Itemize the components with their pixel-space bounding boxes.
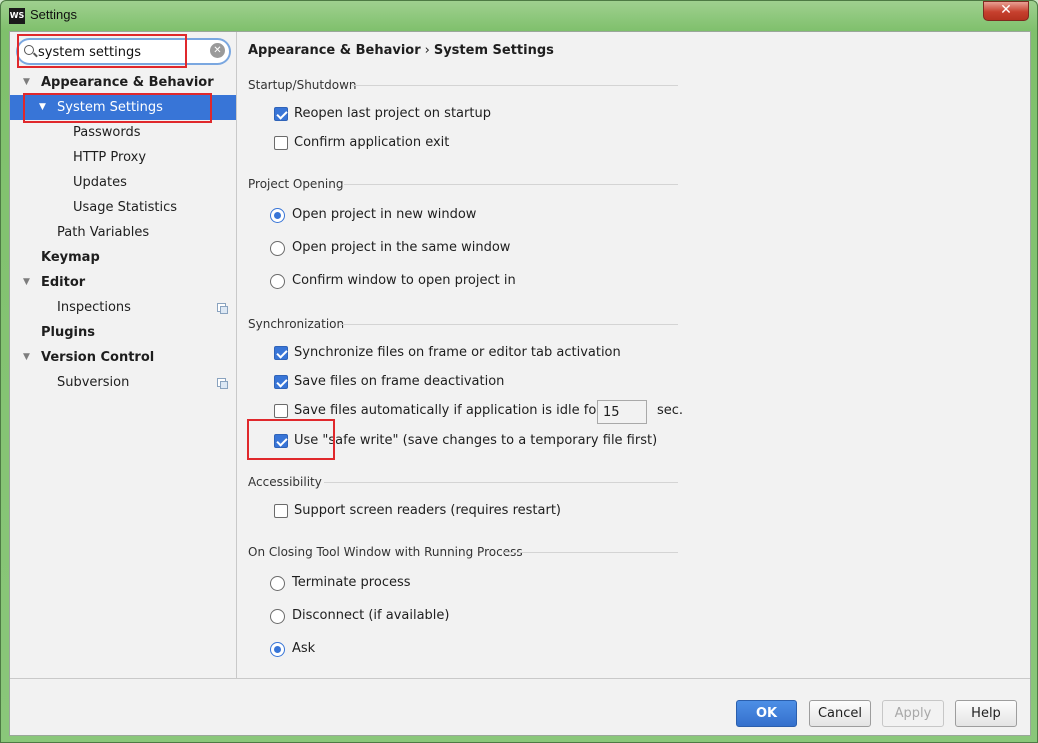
search-input[interactable] <box>38 43 206 61</box>
close-button[interactable]: ✕ <box>983 1 1029 21</box>
section-title-closing-tool-window: On Closing Tool Window with Running Proc… <box>248 545 523 559</box>
save-on-deactivation-label: Save files on frame deactivation <box>294 374 505 389</box>
tree-item-editor[interactable]: ▼ Editor <box>10 270 236 295</box>
section-divider <box>504 552 678 553</box>
ask-label: Ask <box>292 641 316 656</box>
terminate-process-radio[interactable] <box>270 576 285 591</box>
expand-arrow-icon[interactable]: ▼ <box>23 270 30 295</box>
ask-radio[interactable] <box>270 642 285 657</box>
tree-item-plugins[interactable]: Plugins <box>10 320 236 345</box>
tree-item-keymap[interactable]: Keymap <box>10 245 236 270</box>
sync-files-checkbox[interactable] <box>274 346 288 360</box>
cancel-button[interactable]: Cancel <box>809 700 871 727</box>
reopen-last-project-checkbox[interactable] <box>274 107 288 121</box>
disconnect-radio[interactable] <box>270 609 285 624</box>
tree-item-label: Updates <box>73 175 127 190</box>
tree-item-label: HTTP Proxy <box>73 150 147 165</box>
title-bar[interactable]: WS Settings ✕ <box>1 1 1037 31</box>
settings-tree-panel: ✕ ▼ Appearance & Behavior ▼ System Setti… <box>10 32 237 678</box>
clear-search-icon[interactable]: ✕ <box>210 43 225 58</box>
tree-item-label: System Settings <box>57 100 163 115</box>
tree-item-label: Usage Statistics <box>73 200 178 215</box>
section-title-accessibility: Accessibility <box>248 475 322 489</box>
tree-item-label: Subversion <box>57 375 130 390</box>
ok-button[interactable]: OK <box>736 700 797 727</box>
section-title-startup: Startup/Shutdown <box>248 78 357 92</box>
search-box[interactable]: ✕ <box>16 38 231 65</box>
button-bar: OK Cancel Apply Help <box>10 678 1030 735</box>
copy-icon <box>217 303 228 314</box>
settings-window: WS Settings ✕ ✕ ▼ Appearance & Behavior … <box>0 0 1038 743</box>
tree-item-label: Editor <box>41 275 86 290</box>
open-same-window-radio[interactable] <box>270 241 285 256</box>
breadcrumb: Appearance & Behavior › System Settings <box>248 43 554 58</box>
section-title-project-opening: Project Opening <box>248 177 344 191</box>
tree-item-label: Appearance & Behavior <box>41 75 214 90</box>
section-divider <box>340 324 678 325</box>
terminate-process-label: Terminate process <box>292 575 411 590</box>
settings-content: Appearance & Behavior › System Settings St… <box>238 32 1030 678</box>
expand-arrow-icon[interactable]: ▼ <box>39 95 46 120</box>
open-new-window-radio[interactable] <box>270 208 285 223</box>
tree-item-system-settings[interactable]: ▼ System Settings <box>10 95 236 120</box>
tree-item-label: Version Control <box>41 350 155 365</box>
save-on-deactivation-checkbox[interactable] <box>274 375 288 389</box>
tree-item-label: Passwords <box>73 125 141 140</box>
breadcrumb-parent: Appearance & Behavior <box>248 43 421 58</box>
tree-item-updates[interactable]: Updates <box>10 170 236 195</box>
screen-readers-label: Support screen readers (requires restart… <box>294 503 561 518</box>
tree-item-version-control[interactable]: ▼ Version Control <box>10 345 236 370</box>
breadcrumb-current: System Settings <box>433 43 554 58</box>
confirm-exit-checkbox[interactable] <box>274 136 288 150</box>
sync-files-label: Synchronize files on frame or editor tab… <box>294 345 621 360</box>
section-title-synchronization: Synchronization <box>248 317 345 331</box>
idle-seconds-field[interactable] <box>597 400 647 424</box>
tree-item-subversion[interactable]: Subversion <box>10 370 236 395</box>
tree-item-http-proxy[interactable]: HTTP Proxy <box>10 145 236 170</box>
settings-tree: ▼ Appearance & Behavior ▼ System Setting… <box>10 70 236 395</box>
screen-readers-checkbox[interactable] <box>274 504 288 518</box>
tree-item-path-variables[interactable]: Path Variables <box>10 220 236 245</box>
confirm-exit-label: Confirm application exit <box>294 135 450 150</box>
breadcrumb-separator: › <box>424 43 430 58</box>
safe-write-checkbox[interactable] <box>274 434 288 448</box>
open-new-window-label: Open project in new window <box>292 207 477 222</box>
expand-arrow-icon[interactable]: ▼ <box>23 345 30 370</box>
tree-item-label: Keymap <box>41 250 100 265</box>
safe-write-label: Use "safe write" (save changes to a temp… <box>294 433 658 448</box>
section-divider <box>344 184 678 185</box>
tree-item-label: Inspections <box>57 300 131 315</box>
section-divider <box>324 482 678 483</box>
tree-item-label: Path Variables <box>57 225 150 240</box>
expand-arrow-icon[interactable]: ▼ <box>23 70 30 95</box>
copy-icon <box>217 378 228 389</box>
open-same-window-label: Open project in the same window <box>292 240 511 255</box>
save-on-idle-label: Save files automatically if application … <box>294 403 602 418</box>
tree-item-inspections[interactable]: Inspections <box>10 295 236 320</box>
window-title: Settings <box>30 7 77 22</box>
idle-seconds-unit: sec. <box>657 403 684 418</box>
tree-item-appearance-behavior[interactable]: ▼ Appearance & Behavior <box>10 70 236 95</box>
app-icon: WS <box>9 8 25 24</box>
help-button[interactable]: Help <box>955 700 1017 727</box>
reopen-last-project-label: Reopen last project on startup <box>294 106 491 121</box>
confirm-window-radio[interactable] <box>270 274 285 289</box>
confirm-window-label: Confirm window to open project in <box>292 273 516 288</box>
tree-item-usage-statistics[interactable]: Usage Statistics <box>10 195 236 220</box>
save-on-idle-checkbox[interactable] <box>274 404 288 418</box>
dialog-body: ✕ ▼ Appearance & Behavior ▼ System Setti… <box>9 31 1031 736</box>
section-divider <box>352 85 678 86</box>
apply-button[interactable]: Apply <box>882 700 944 727</box>
search-icon <box>24 45 34 55</box>
tree-item-passwords[interactable]: Passwords <box>10 120 236 145</box>
disconnect-label: Disconnect (if available) <box>292 608 450 623</box>
tree-item-label: Plugins <box>41 325 95 340</box>
